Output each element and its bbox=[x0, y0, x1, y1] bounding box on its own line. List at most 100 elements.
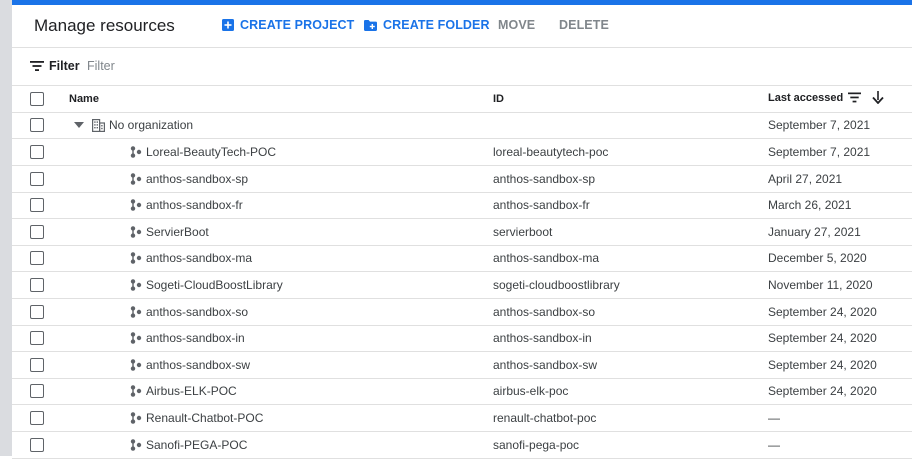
row-checkbox[interactable] bbox=[30, 224, 44, 239]
project-hexagon-icon bbox=[130, 146, 142, 158]
row-checkbox[interactable] bbox=[30, 384, 44, 399]
project-last-accessed: September 7, 2021 bbox=[768, 145, 871, 159]
org-name[interactable]: No organization bbox=[109, 118, 193, 132]
row-checkbox[interactable] bbox=[30, 331, 44, 346]
project-name-cell: anthos-sandbox-sw bbox=[130, 358, 250, 372]
project-name-cell: anthos-sandbox-sp bbox=[130, 172, 248, 186]
project-name-link[interactable]: anthos-sandbox-so bbox=[146, 305, 248, 319]
create-folder-icon bbox=[364, 19, 377, 31]
project-last-accessed: November 11, 2020 bbox=[768, 278, 873, 292]
row-checkbox[interactable] bbox=[30, 357, 44, 372]
filter-label: Filter bbox=[49, 59, 80, 73]
project-row[interactable]: Airbus-ELK-POC airbus-elk-poc September 24… bbox=[12, 378, 912, 406]
filter-bar: Filter bbox=[12, 48, 912, 86]
project-name-link[interactable]: Loreal-BeautyTech-POC bbox=[146, 145, 276, 159]
project-row[interactable]: ServierBoot servierboot January 27, 2021 bbox=[12, 219, 912, 246]
project-id: renault-chatbot-poc bbox=[493, 411, 597, 425]
project-name-link[interactable]: ServierBoot bbox=[146, 225, 209, 239]
move-button[interactable]: MOVE bbox=[498, 18, 535, 32]
project-hexagon-icon bbox=[130, 385, 142, 398]
project-hexagon-icon bbox=[130, 252, 142, 265]
project-hexagon-icon bbox=[130, 225, 142, 238]
project-id: anthos-sandbox-sw bbox=[493, 357, 598, 372]
project-name-cell: Sogeti-CloudBoostLibrary bbox=[130, 278, 283, 292]
building-icon bbox=[92, 118, 105, 132]
project-last-accessed: September 24, 2020 bbox=[768, 331, 877, 346]
project-name-link[interactable]: anthos-sandbox-fr bbox=[146, 198, 243, 212]
project-name-cell: Sanofi-PEGA-POC bbox=[130, 438, 247, 452]
project-row[interactable]: Loreal-BeautyTech-POC loreal-beautytech-p… bbox=[12, 139, 912, 166]
row-checkbox[interactable] bbox=[30, 278, 44, 292]
project-id: anthos-sandbox-sp bbox=[493, 171, 596, 186]
project-hexagon-icon bbox=[130, 305, 142, 318]
project-name-link[interactable]: Airbus-ELK-POC bbox=[146, 384, 237, 398]
project-last-accessed: — bbox=[768, 411, 780, 425]
project-name-link[interactable]: Renault-Chatbot-POC bbox=[146, 411, 263, 425]
filter-input[interactable] bbox=[87, 57, 387, 75]
project-hexagon-icon bbox=[130, 199, 142, 211]
delete-button[interactable]: DELETE bbox=[559, 18, 609, 32]
create-project-button[interactable]: CREATE PROJECT bbox=[222, 18, 354, 32]
project-row[interactable]: Sogeti-CloudBoostLibrary sogeti-cloudboos… bbox=[12, 272, 912, 299]
project-hexagon-icon bbox=[130, 358, 142, 371]
project-row[interactable]: Sanofi-PEGA-POC sanofi-pega-poc — bbox=[12, 432, 912, 459]
project-row[interactable]: anthos-sandbox-sw anthos-sandbox-sw Septem… bbox=[12, 352, 912, 379]
project-row[interactable]: Renault-Chatbot-POC renault-chatbot-poc — bbox=[12, 405, 912, 432]
row-checkbox[interactable] bbox=[30, 145, 44, 159]
select-all-checkbox[interactable] bbox=[30, 92, 44, 106]
project-last-accessed: December 5, 2020 bbox=[768, 251, 867, 266]
project-name-cell: anthos-sandbox-in bbox=[130, 331, 245, 345]
project-name-cell: Airbus-ELK-POC bbox=[130, 384, 237, 398]
project-name-cell: ServierBoot bbox=[130, 225, 209, 239]
column-header-last-accessed[interactable]: Last accessed bbox=[768, 91, 884, 104]
project-name-link[interactable]: Sanofi-PEGA-POC bbox=[146, 438, 247, 452]
left-sidebar-edge bbox=[0, 0, 12, 456]
row-checkbox[interactable] bbox=[30, 411, 44, 425]
project-last-accessed: January 27, 2021 bbox=[768, 224, 861, 239]
project-hexagon-icon bbox=[130, 438, 142, 451]
project-name-link[interactable]: anthos-sandbox-sp bbox=[146, 172, 248, 186]
project-name-cell: Renault-Chatbot-POC bbox=[130, 411, 263, 425]
column-header-id[interactable]: ID bbox=[493, 93, 504, 105]
project-name-link[interactable]: Sogeti-CloudBoostLibrary bbox=[146, 278, 283, 292]
manage-resources-panel: Manage resources CREATE PROJECT CREATE F… bbox=[12, 5, 912, 459]
triangle-down-icon[interactable] bbox=[74, 122, 84, 128]
row-checkbox[interactable] bbox=[30, 118, 44, 132]
project-last-accessed: — bbox=[768, 437, 780, 452]
project-row[interactable]: anthos-sandbox-ma anthos-sandbox-ma Decemb… bbox=[12, 245, 912, 273]
project-id: airbus-elk-poc bbox=[493, 384, 569, 399]
project-id: anthos-sandbox-fr bbox=[493, 198, 590, 213]
row-checkbox[interactable] bbox=[30, 304, 44, 319]
project-name-link[interactable]: anthos-sandbox-in bbox=[146, 331, 245, 345]
project-name-cell: anthos-sandbox-fr bbox=[130, 198, 243, 212]
row-checkbox[interactable] bbox=[30, 171, 44, 186]
project-id: anthos-sandbox-so bbox=[493, 304, 596, 319]
create-folder-button[interactable]: CREATE FOLDER bbox=[364, 18, 490, 32]
project-name-link[interactable]: anthos-sandbox-ma bbox=[146, 251, 252, 265]
column-header-name[interactable]: Name bbox=[69, 93, 99, 105]
project-id: loreal-beautytech-poc bbox=[493, 145, 609, 159]
row-checkbox[interactable] bbox=[30, 198, 44, 213]
project-name-cell: anthos-sandbox-ma bbox=[130, 251, 252, 265]
filter-list-icon[interactable] bbox=[848, 92, 862, 103]
project-name-link[interactable]: anthos-sandbox-sw bbox=[146, 358, 250, 372]
filter-list-icon bbox=[30, 61, 44, 71]
page-header: Manage resources CREATE PROJECT CREATE F… bbox=[12, 5, 912, 48]
project-id: sogeti-cloudboostlibrary bbox=[493, 278, 620, 292]
row-checkbox[interactable] bbox=[30, 251, 44, 266]
project-row[interactable]: anthos-sandbox-fr anthos-sandbox-fr March … bbox=[12, 192, 912, 220]
project-hexagon-icon bbox=[130, 412, 142, 424]
project-id: servierboot bbox=[493, 224, 553, 239]
project-row[interactable]: anthos-sandbox-so anthos-sandbox-so Septem… bbox=[12, 299, 912, 326]
create-folder-label: CREATE FOLDER bbox=[383, 18, 490, 32]
arrow-down-icon[interactable] bbox=[872, 91, 884, 104]
create-project-label: CREATE PROJECT bbox=[240, 18, 355, 32]
project-hexagon-icon bbox=[130, 279, 142, 291]
project-id: anthos-sandbox-in bbox=[493, 331, 592, 346]
organization-row[interactable]: No organization September 7, 2021 bbox=[12, 112, 912, 139]
project-row[interactable]: anthos-sandbox-sp anthos-sandbox-sp April … bbox=[12, 166, 912, 193]
project-last-accessed: March 26, 2021 bbox=[768, 198, 852, 213]
project-row[interactable]: anthos-sandbox-in anthos-sandbox-in Septem… bbox=[12, 325, 912, 353]
project-last-accessed: September 24, 2020 bbox=[768, 357, 877, 372]
row-checkbox[interactable] bbox=[30, 437, 44, 452]
